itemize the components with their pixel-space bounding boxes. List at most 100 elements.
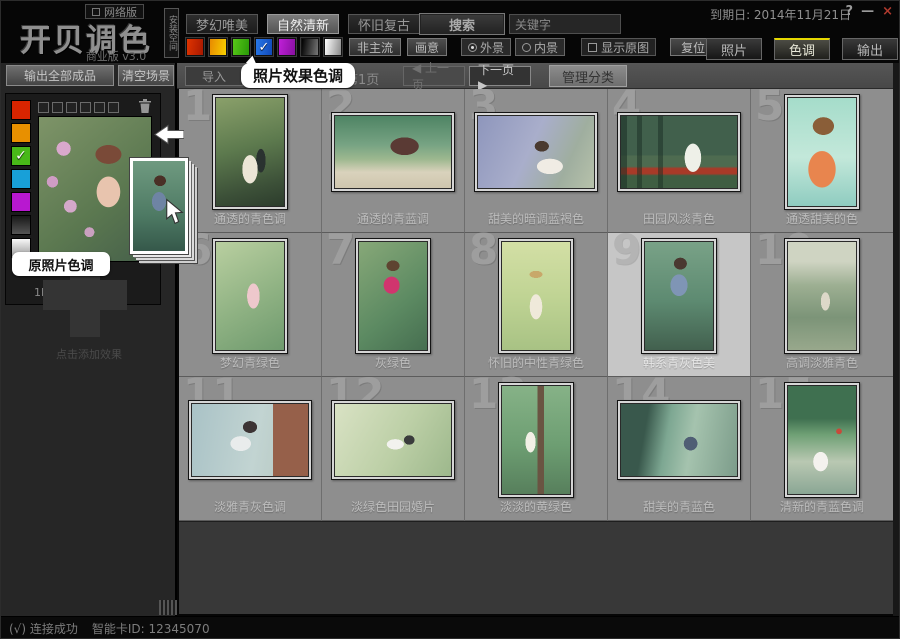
effect-caption: 淡绿色田园婚片 [351,498,435,520]
keyword-input[interactable] [509,14,621,34]
filter-checkbox[interactable] [52,102,63,113]
sidebar-swatch-orange[interactable] [11,123,31,143]
tab-色调[interactable]: 色调 [774,38,830,60]
color-swatch-magenta[interactable] [278,38,296,56]
effect-item-3[interactable]: 3甜美的暗调蓝褐色 [465,89,608,233]
effect-thumbnail [501,385,571,495]
minimize-icon[interactable]: — [861,4,874,19]
effect-photo-area [179,233,321,354]
original-tone-tooltip: 原照片色调 [12,252,110,276]
check-icon: ✓ [12,147,30,165]
color-swatch-blue[interactable]: ✓ [255,38,273,56]
effect-caption: 通透的青蓝调 [357,210,429,232]
next-page-button[interactable]: 下一页 ▶ [469,66,531,86]
effect-photo-area [322,233,464,354]
category-button[interactable]: 自然清新 [267,14,339,34]
effect-thumbnail [191,403,309,477]
effect-item-10[interactable]: 10高调淡雅青色 [751,233,893,377]
effect-photo-area [465,233,607,354]
search-button[interactable]: 搜索 [419,13,505,35]
effect-item-1[interactable]: 1通透的青色调 [179,89,322,233]
output-all-button[interactable]: 输出全部成品 [6,65,114,86]
radio-outdoor[interactable]: 外景 [461,38,511,56]
effect-caption: 清新的青蓝色调 [780,498,864,520]
import-button[interactable]: 导入 [185,66,243,86]
connection-status: (√) 连接成功 [9,620,78,637]
effect-item-4[interactable]: 4田园风淡青色 [608,89,751,233]
effect-item-8[interactable]: 8怀旧的中性青绿色 [465,233,608,377]
effect-photo-area [465,377,607,498]
close-icon[interactable]: × [882,4,893,19]
style-button-huayi[interactable]: 画意 [407,38,447,56]
show-original-checkbox[interactable]: 显示原图 [581,38,656,56]
effect-photo-area [608,377,750,498]
effect-item-5[interactable]: 5通透甜美的色 [751,89,893,233]
effect-item-15[interactable]: 15清新的青蓝色调 [751,377,893,521]
effect-thumbnail [215,97,285,207]
photo-frame [784,94,860,210]
filter-checkbox[interactable] [66,102,77,113]
color-swatch-white-gradient[interactable] [324,38,342,56]
sidebar-swatch-cyan[interactable] [11,169,31,189]
effect-item-2[interactable]: 2通透的青蓝调 [322,89,465,233]
effect-thumbnail [787,97,857,207]
radio-outdoor-label: 外景 [480,39,504,56]
effect-thumbnail [334,115,452,189]
effect-thumbnail [787,241,857,351]
main-tabs: 照片色调输出 [706,38,898,60]
photo-frame [641,238,717,354]
mouse-cursor-icon [164,198,186,225]
photo-frame [212,238,288,354]
effect-thumbnail [620,403,738,477]
tab-照片[interactable]: 照片 [706,38,762,60]
color-swatch-orange[interactable] [209,38,227,56]
style-button-feizhuliu[interactable]: 非主流 [349,38,401,56]
app-window: 网络版 开贝调色 商业版 v3.0 安装空间 梦幻唯美自然清新怀旧复古 搜索 ✓… [0,0,900,639]
sidebar-swatch-green[interactable]: ✓ [11,146,31,166]
effect-item-9[interactable]: 9韩系青灰色美 [608,233,751,377]
trash-icon[interactable] [138,98,152,114]
prev-page-button[interactable]: ◀ 上一页 [403,66,465,86]
category-button[interactable]: 怀旧复古 [348,14,420,34]
help-icon[interactable]: ? [846,4,854,19]
filter-checkbox[interactable] [94,102,105,113]
effect-item-12[interactable]: 12淡绿色田园婚片 [322,377,465,521]
effect-item-13[interactable]: 13淡淡的黄绿色 [465,377,608,521]
photo-frame [355,238,431,354]
effect-item-6[interactable]: 6梦幻青绿色 [179,233,322,377]
tab-输出[interactable]: 输出 [842,38,898,60]
photo-frame [331,112,455,192]
effect-item-7[interactable]: 7灰绿色 [322,233,465,377]
photo-frame [498,382,574,498]
effect-photo-area [465,89,607,210]
sidebar-swatch-black[interactable] [11,215,31,235]
effect-item-14[interactable]: 14甜美的青蓝色 [608,377,751,521]
effect-item-11[interactable]: 11淡雅青灰色调 [179,377,322,521]
effect-caption: 通透的青色调 [214,210,286,232]
effect-photo-area [608,233,750,354]
radio-off-icon [522,43,531,52]
sidebar-swatch-magenta[interactable] [11,192,31,212]
clear-scene-button[interactable]: 清空场景 [118,65,174,86]
category-button[interactable]: 梦幻唯美 [186,14,258,34]
color-swatch-black-gradient[interactable] [301,38,319,56]
splitter-grip[interactable] [159,600,177,615]
filter-checkbox-row [38,102,119,113]
filter-checkbox[interactable] [108,102,119,113]
sidebar-swatch-red[interactable] [11,100,31,120]
photo-frame [617,400,741,480]
color-swatch-red[interactable] [186,38,204,56]
manage-category-button[interactable]: 管理分类 [549,65,627,87]
effect-caption: 淡淡的黄绿色 [500,498,572,520]
effect-photo-area [751,89,893,210]
radio-indoor[interactable]: 内景 [515,38,565,56]
color-swatch-green[interactable] [232,38,250,56]
filter-checkbox[interactable] [38,102,49,113]
effect-photo-area [751,233,893,354]
install-space-tab[interactable]: 安装空间 [164,8,179,58]
filter-checkbox[interactable] [80,102,91,113]
effect-thumbnail [334,403,452,477]
effect-caption: 甜美的暗调蓝褐色 [488,210,584,232]
check-icon: ✓ [256,39,272,55]
photo-frame [212,94,288,210]
